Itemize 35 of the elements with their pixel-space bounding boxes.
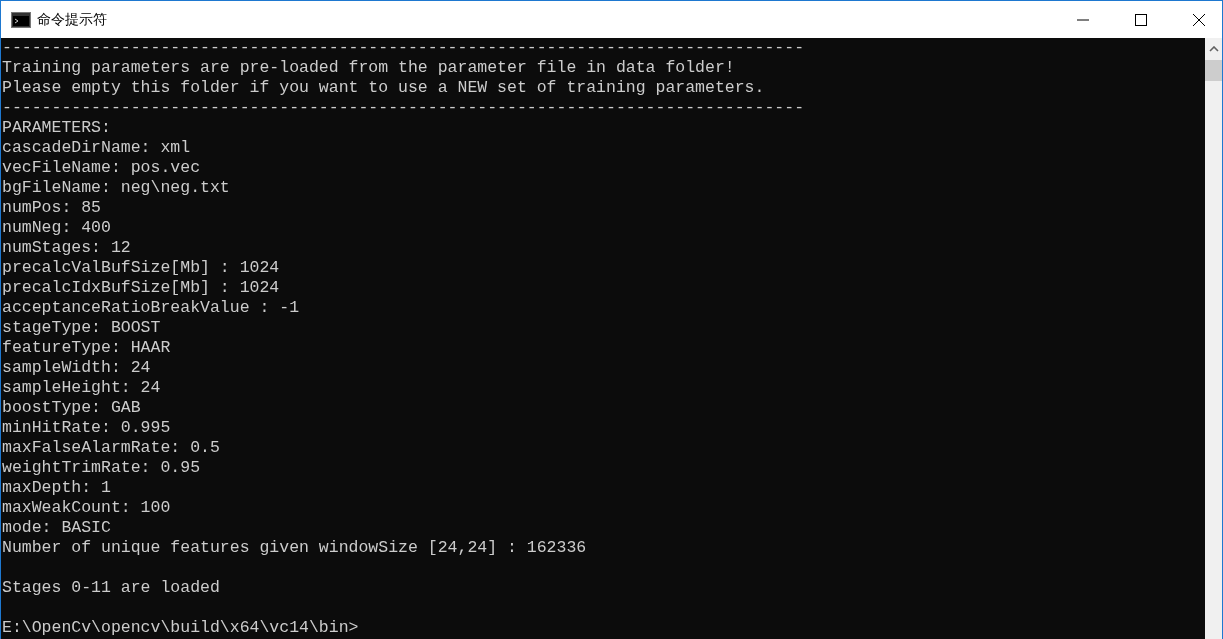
console-line: Stages 0-11 are loaded (2, 578, 221, 598)
console-line: E:\OpenCv\opencv\build\x64\vc14\bin> (2, 618, 360, 638)
console-line: maxFalseAlarmRate: 0.5 (2, 438, 221, 458)
console-line: mode: BASIC (2, 518, 112, 538)
console-line: precalcIdxBufSize[Mb] : 1024 (2, 278, 281, 298)
window-title: 命令提示符 (37, 10, 107, 29)
console-line: bgFileName: neg\neg.txt (2, 178, 231, 198)
terminal-icon (11, 11, 31, 28)
console-line: PARAMETERS: (2, 118, 112, 138)
console-line: sampleWidth: 24 (2, 358, 152, 378)
console-line: Training parameters are pre-loaded from the parameter file in data folder! (2, 58, 736, 78)
console-line: featureType: HAAR (2, 338, 172, 358)
console-line: --------------------------------------------------------------------------------- (2, 98, 806, 118)
console-line: minHitRate: 0.995 (2, 418, 172, 438)
console-line: maxWeakCount: 100 (2, 498, 172, 518)
console-line: maxDepth: 1 (2, 478, 112, 498)
console-line: Please empty this folder if you want to use a NEW set of training parameters. (2, 78, 766, 98)
console-line: numStages: 12 (2, 238, 132, 258)
console-line: --------------------------------------------------------------------------------- (2, 38, 806, 58)
scrollbar[interactable] (1205, 38, 1222, 639)
console-line: acceptanceRatioBreakValue : -1 (2, 298, 301, 318)
console-line: weightTrimRate: 0.95 (2, 458, 202, 478)
console-line: numNeg: 400 (2, 218, 112, 238)
console-line: cascadeDirName: xml (2, 138, 192, 158)
scrollbar-thumb[interactable] (1205, 60, 1222, 81)
console-line: stageType: BOOST (2, 318, 162, 338)
console-line: boostType: GAB (2, 398, 142, 418)
console-line: precalcValBufSize[Mb] : 1024 (2, 258, 281, 278)
console-line: numPos: 85 (2, 198, 103, 218)
console-line: sampleHeight: 24 (2, 378, 162, 398)
console-line: Number of unique features given windowSize [24,24] : 162336 (2, 538, 588, 558)
maximize-icon[interactable] (1135, 13, 1147, 26)
close-icon[interactable] (1193, 13, 1205, 26)
console-line: vecFileName: pos.vec (2, 158, 202, 178)
scroll-up-icon[interactable] (1208, 46, 1219, 52)
